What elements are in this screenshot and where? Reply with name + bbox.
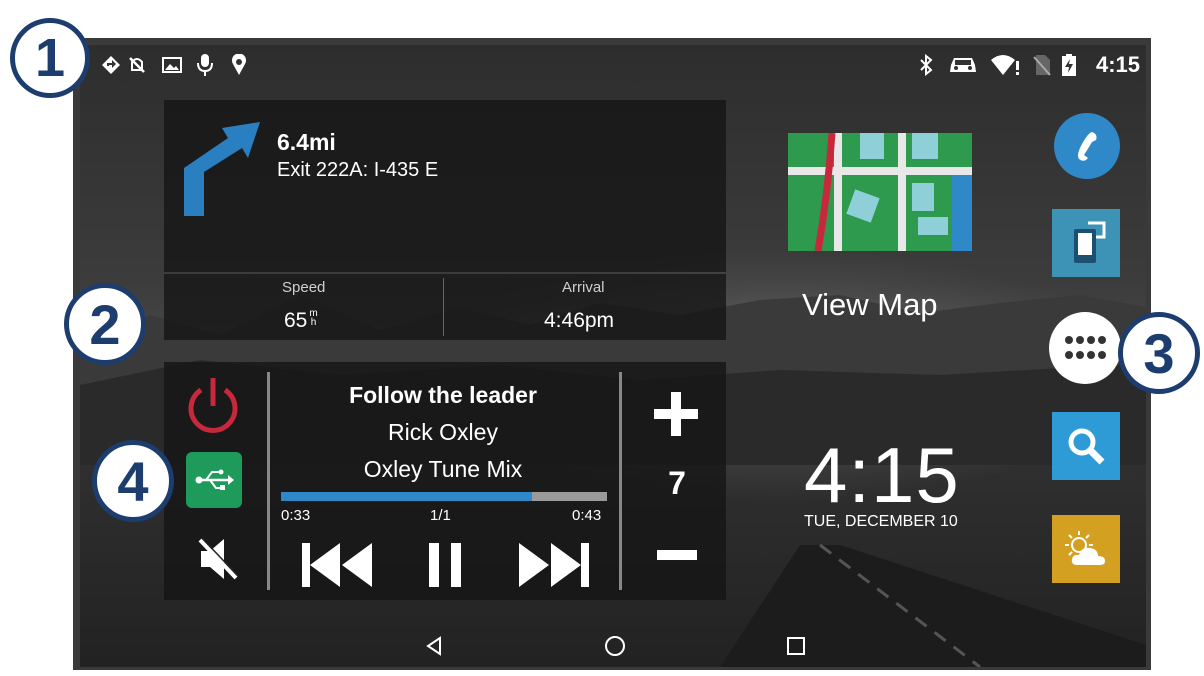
speed-unit-bottom: h (310, 317, 317, 328)
volume-down-icon[interactable] (655, 549, 699, 561)
pause-icon[interactable] (425, 541, 465, 589)
weather-app-icon (1065, 531, 1105, 565)
system-navigation-bar (80, 623, 1146, 667)
elapsed-time: 0:33 (281, 507, 311, 524)
phone-app-button[interactable] (1054, 113, 1120, 179)
clock-widget-time: 4:15 (804, 431, 960, 519)
speed-number: 65 (284, 309, 308, 332)
callout-two: 2 (64, 283, 146, 365)
callout-one: 1 (10, 18, 90, 98)
status-bar: 4:15 (80, 45, 1146, 85)
distance-to-turn: 6.4mi (277, 129, 336, 155)
speed-unit: mh (309, 309, 317, 328)
track-album: Oxley Tune Mix (363, 456, 523, 482)
home-icon[interactable] (604, 635, 626, 657)
arrival-value: 4:46pm (544, 309, 615, 332)
usb-source-button[interactable] (186, 452, 242, 508)
battery-charging-icon (1062, 53, 1076, 77)
weather-app-button[interactable] (1052, 515, 1120, 583)
turn-instruction: Exit 222A: I-435 E (277, 159, 439, 181)
track-artist: Rick Oxley (388, 419, 498, 445)
phone-app-icon (1078, 132, 1097, 161)
head-unit-screen: 4:15 6.4mi Exit 222A: I-435 E Speed 65 m h… (80, 45, 1146, 667)
map-icon[interactable] (788, 133, 972, 251)
microphone-icon (196, 53, 214, 77)
app-drawer-button[interactable] (1049, 312, 1121, 384)
smartphone-link-app-button[interactable] (1052, 209, 1120, 277)
previous-track-icon[interactable] (300, 541, 374, 589)
callout-three: 3 (1118, 312, 1200, 394)
wifi-alert-icon (990, 53, 1020, 77)
car-icon (948, 53, 978, 77)
smartphone-link-app-icon (1074, 221, 1106, 263)
photo-icon (162, 53, 182, 77)
no-tracking-icon (126, 53, 148, 77)
view-map-label[interactable]: View Map (802, 287, 938, 323)
recent-apps-icon[interactable] (786, 636, 806, 656)
speed-value: 65 m h (284, 309, 318, 333)
volume-up-icon[interactable] (652, 390, 700, 438)
status-time: 4:15 (1095, 52, 1140, 77)
playback-progress-fill (281, 492, 533, 501)
clock-widget-date: TUE, DECEMBER 10 (804, 513, 958, 530)
turn-right-arrow-icon (184, 122, 260, 216)
search-app-button[interactable] (1052, 412, 1120, 480)
arrival-label: Arrival (562, 279, 605, 296)
volume-level: 7 (668, 465, 686, 501)
trip-info-divider (443, 278, 444, 336)
back-icon[interactable] (425, 636, 443, 656)
no-sim-icon (1033, 53, 1051, 77)
usb-icon (195, 469, 234, 490)
power-icon[interactable] (185, 376, 241, 434)
navigation-arrow-icon (100, 53, 122, 77)
speed-label: Speed (282, 279, 326, 296)
next-turn-panel[interactable] (164, 100, 726, 272)
bluetooth-icon (918, 53, 934, 77)
track-duration: 0:43 (572, 507, 602, 524)
search-app-icon (1068, 428, 1105, 465)
callout-four: 4 (92, 440, 174, 522)
track-title: Follow the leader (349, 382, 537, 408)
track-position: 1/1 (430, 507, 451, 524)
location-pin-icon (231, 53, 247, 77)
next-track-icon[interactable] (517, 541, 591, 589)
app-drawer-icon (1065, 336, 1106, 359)
playback-progress-bar[interactable] (281, 492, 607, 501)
trip-info-panel[interactable] (164, 274, 726, 340)
mute-icon[interactable] (198, 536, 238, 582)
media-right-divider (619, 372, 622, 590)
